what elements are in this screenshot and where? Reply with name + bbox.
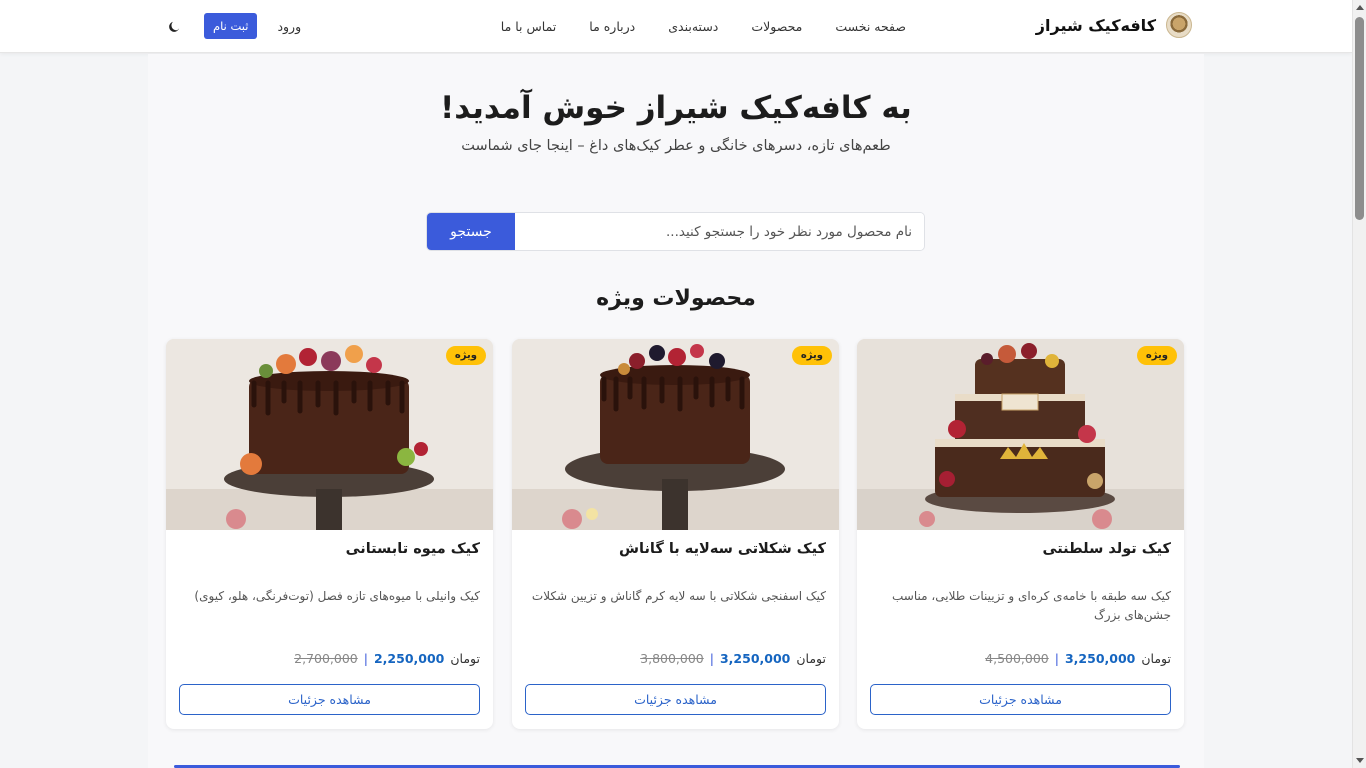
- product-price: تومان 3,250,000 | 4,500,000: [985, 651, 1171, 666]
- price-separator: |: [1054, 651, 1059, 666]
- price-new: 2,250,000: [373, 651, 445, 666]
- search-input[interactable]: [515, 213, 924, 250]
- chocolate-cake-image[interactable]: ویژه: [512, 339, 839, 530]
- featured-badge: ویژه: [1136, 346, 1177, 365]
- hero-title: به کافه‌کیک شیراز خوش آمدید!: [440, 90, 912, 126]
- fruit-cake-image[interactable]: ویژه: [166, 339, 493, 530]
- login-link[interactable]: ورود: [277, 19, 301, 34]
- product-title[interactable]: کیک میوه تابستانی: [346, 541, 480, 557]
- price-currency: تومان: [1141, 651, 1171, 666]
- featured-products-list: ویژه کیک تولد سلطنتی کیک سه طبقه با خامه…: [166, 339, 1184, 729]
- main-content: به کافه‌کیک شیراز خوش آمدید! طعم‌های تاز…: [148, 54, 1204, 768]
- price-currency: تومان: [796, 651, 826, 666]
- price-currency: تومان: [450, 651, 480, 666]
- product-card: ویژه کیک میوه تابستانی کیک وانیلی با میو…: [166, 339, 493, 729]
- product-card: ویژه کیک شکلاتی سه‌لایه با گاناش کیک اسف…: [512, 339, 839, 729]
- scroll-up-arrow-icon[interactable]: [1356, 5, 1364, 10]
- nav-item-products[interactable]: محصولات: [751, 19, 802, 34]
- price-separator: |: [709, 651, 714, 666]
- price-old: 2,700,000: [294, 651, 358, 666]
- product-title[interactable]: کیک تولد سلطنتی: [1043, 541, 1171, 557]
- price-new: 3,250,000: [1064, 651, 1136, 666]
- header-actions: ثبت نام ورود: [164, 13, 301, 39]
- price-old: 3,800,000: [640, 651, 704, 666]
- view-details-button[interactable]: مشاهده جزئیات: [525, 684, 826, 715]
- search-button[interactable]: جستجو: [427, 213, 515, 250]
- product-description: کیک اسفنجی شکلاتی با سه لایه کرم گاناش و…: [531, 589, 826, 603]
- product-price: تومان 2,250,000 | 2,700,000: [294, 651, 480, 666]
- product-description: کیک سه طبقه با خامه‌ی کره‌ای و تزیینات ط…: [892, 589, 1171, 622]
- product-card: ویژه کیک تولد سلطنتی کیک سه طبقه با خامه…: [857, 339, 1184, 729]
- price-new: 3,250,000: [719, 651, 791, 666]
- brand-name: کافه‌کیک شیراز: [1035, 15, 1156, 35]
- search-bar: جستجو: [426, 212, 925, 251]
- royal-cake-image[interactable]: ویژه: [857, 339, 1184, 530]
- brand-logo-icon: [1166, 12, 1192, 38]
- price-separator: |: [363, 651, 368, 666]
- featured-badge: ویژه: [791, 346, 832, 365]
- view-details-button[interactable]: مشاهده جزئیات: [179, 684, 480, 715]
- nav-item-home[interactable]: صفحه نخست: [835, 19, 906, 34]
- scroll-down-arrow-icon[interactable]: [1356, 758, 1364, 763]
- page-scrollbar[interactable]: [1352, 0, 1366, 768]
- view-details-button[interactable]: مشاهده جزئیات: [870, 684, 1171, 715]
- product-description: کیک وانیلی با میوه‌های تازه فصل (توت‌فرن…: [194, 589, 480, 603]
- dark-mode-moon-icon[interactable]: [164, 16, 184, 36]
- scrollbar-thumb[interactable]: [1355, 17, 1364, 220]
- brand[interactable]: کافه‌کیک شیراز: [1036, 12, 1192, 38]
- featured-section-title: محصولات ویژه: [596, 286, 756, 311]
- price-old: 4,500,000: [985, 651, 1049, 666]
- register-button[interactable]: ثبت نام: [204, 13, 258, 39]
- site-header: کافه‌کیک شیراز صفحه نخست محصولات دسته‌بن…: [0, 0, 1352, 53]
- nav-item-contact[interactable]: تماس با ما: [501, 19, 557, 34]
- nav-item-categories[interactable]: دسته‌بندی: [668, 19, 718, 34]
- featured-badge: ویژه: [445, 346, 486, 365]
- product-price: تومان 3,250,000 | 3,800,000: [640, 651, 826, 666]
- main-nav: صفحه نخست محصولات دسته‌بندی درباره ما تم…: [501, 0, 906, 53]
- product-title[interactable]: کیک شکلاتی سه‌لایه با گاناش: [619, 541, 826, 557]
- hero-subtitle: طعم‌های تازه، دسرهای خانگی و عطر کیک‌های…: [461, 138, 891, 154]
- nav-item-about[interactable]: درباره ما: [589, 19, 635, 34]
